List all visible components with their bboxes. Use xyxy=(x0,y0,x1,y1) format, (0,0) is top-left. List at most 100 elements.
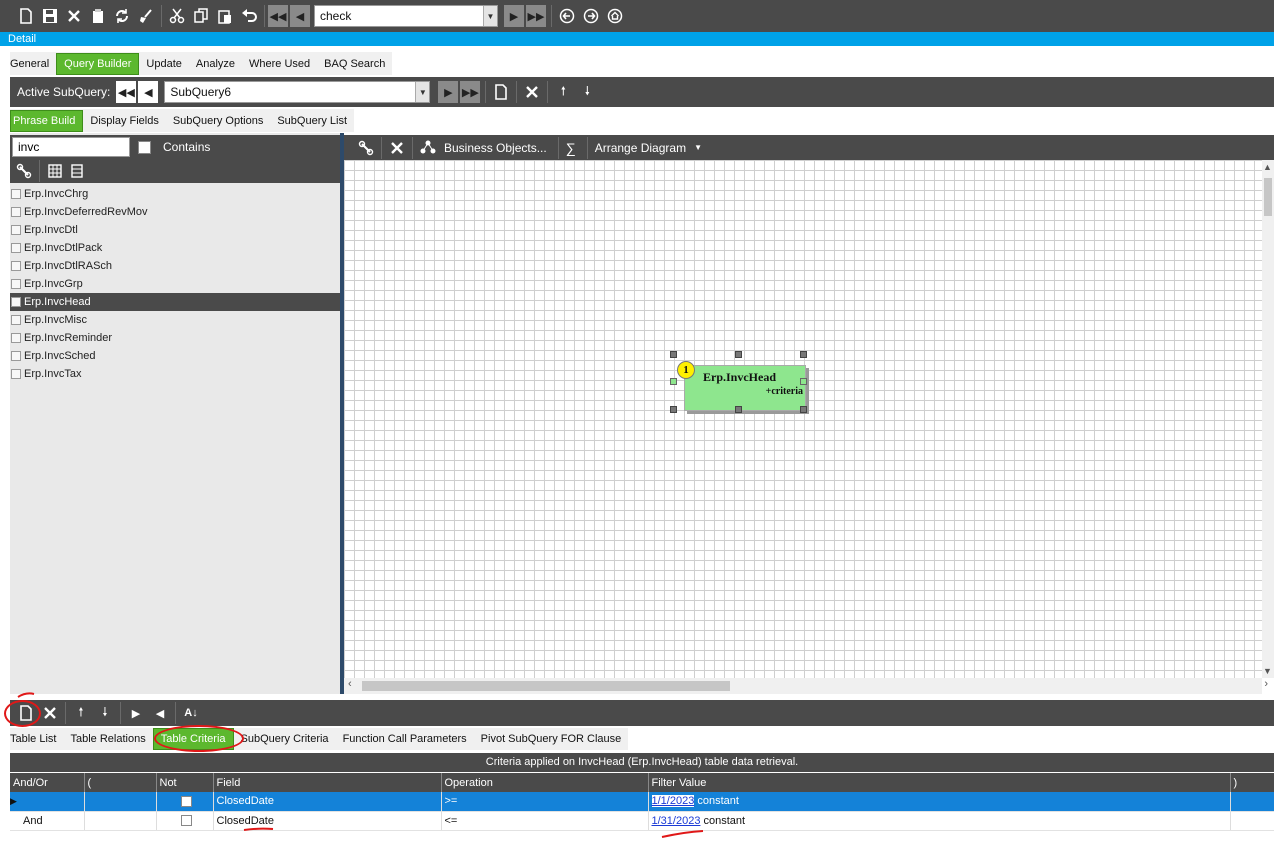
tab-query-builder[interactable]: Query Builder xyxy=(56,52,140,75)
indent-left-icon[interactable]: ◀ xyxy=(148,701,172,725)
column-header-not[interactable]: Not xyxy=(156,773,214,792)
grid-icon[interactable] xyxy=(43,159,67,183)
scroll-thumb[interactable] xyxy=(1264,178,1272,216)
and-or-cell[interactable]: And xyxy=(10,811,85,831)
active-subquery-combo[interactable]: SubQuery6 ▼ xyxy=(164,81,431,103)
table-list-item[interactable]: Erp.InvcHead xyxy=(10,293,340,311)
arrow-down-icon[interactable]: 🠗 xyxy=(575,80,599,104)
table-list-item[interactable]: Erp.InvcChrg xyxy=(10,185,340,203)
tab-table-list[interactable]: Table List xyxy=(10,728,63,750)
tab-table-criteria[interactable]: Table Criteria xyxy=(152,728,234,750)
save-icon[interactable] xyxy=(38,4,62,28)
column-header-open-paren[interactable]: ( xyxy=(84,773,157,792)
operation-cell[interactable]: >= xyxy=(441,792,649,812)
resize-handle[interactable] xyxy=(670,351,677,358)
clear-icon[interactable] xyxy=(86,4,110,28)
table-list-item[interactable]: Erp.InvcDeferredRevMov xyxy=(10,203,340,221)
broom-icon[interactable] xyxy=(134,4,158,28)
tab-pivot-subquery-for-clause[interactable]: Pivot SubQuery FOR Clause xyxy=(474,728,629,750)
not-cell[interactable] xyxy=(156,792,214,812)
tab-phrase-build[interactable]: Phrase Build xyxy=(10,109,84,132)
summary-sigma-button[interactable]: ∑ xyxy=(566,140,576,156)
filter-value-link[interactable]: 1/1/2023 xyxy=(651,795,695,808)
new-subquery-icon[interactable] xyxy=(489,80,513,104)
copy-icon[interactable] xyxy=(189,4,213,28)
scroll-left-icon[interactable]: ‹ xyxy=(348,678,352,690)
diagram-horizontal-scrollbar[interactable]: ‹ › xyxy=(344,678,1268,694)
resize-handle[interactable] xyxy=(670,378,677,385)
first-subquery-button[interactable]: ◀◀ xyxy=(116,81,137,103)
operation-cell[interactable]: <= xyxy=(441,811,649,831)
resize-handle[interactable] xyxy=(670,406,677,413)
sort-icon[interactable]: A↓ xyxy=(179,701,203,725)
record-search-combo[interactable]: check ▼ xyxy=(314,5,498,27)
filter-value-cell[interactable]: 1/1/2023 constant xyxy=(648,792,1231,812)
cut-icon[interactable] xyxy=(165,4,189,28)
table-list-item[interactable]: Erp.InvcDtlPack xyxy=(10,239,340,257)
diagram-table-node[interactable]: 1 Erp.InvcHead +criteria xyxy=(677,361,806,411)
resize-handle[interactable] xyxy=(735,406,742,413)
next-subquery-button[interactable]: ▶ xyxy=(438,81,459,103)
scroll-down-icon[interactable]: ▼ xyxy=(1263,666,1272,676)
open-paren-cell[interactable] xyxy=(84,792,157,812)
link-icon[interactable] xyxy=(12,159,36,183)
indent-right-icon[interactable]: ▶ xyxy=(124,701,148,725)
and-or-cell[interactable]: ▶ xyxy=(10,792,85,812)
business-objects-button[interactable]: Business Objects... xyxy=(444,141,547,155)
business-objects-icon[interactable] xyxy=(416,136,440,160)
next-record-button[interactable]: ▶ xyxy=(504,5,524,27)
tab-function-call-parameters[interactable]: Function Call Parameters xyxy=(336,728,474,750)
chevron-down-icon[interactable]: ▼ xyxy=(483,6,497,26)
delete-criteria-icon[interactable] xyxy=(38,701,62,725)
undo-icon[interactable] xyxy=(237,4,261,28)
tab-analyze[interactable]: Analyze xyxy=(189,53,242,75)
paste-icon[interactable] xyxy=(213,4,237,28)
close-paren-cell[interactable] xyxy=(1230,792,1274,812)
table-filter-input[interactable] xyxy=(12,137,130,157)
criteria-row[interactable]: And ClosedDate <= 1/31/2023 constant xyxy=(10,811,1274,831)
not-checkbox[interactable] xyxy=(180,795,192,807)
table-list-item[interactable]: Erp.InvcDtl xyxy=(10,221,340,239)
tab-update[interactable]: Update xyxy=(139,53,188,75)
forward-icon[interactable] xyxy=(579,4,603,28)
criteria-row[interactable]: ▶ ClosedDate >= 1/1/2023 constant xyxy=(10,792,1274,812)
close-paren-cell[interactable] xyxy=(1230,811,1274,831)
new-criteria-icon[interactable] xyxy=(14,701,38,725)
column-header-and-or[interactable]: And/Or xyxy=(10,773,85,792)
table-list-item[interactable]: Erp.InvcSched xyxy=(10,347,340,365)
last-subquery-button[interactable]: ▶▶ xyxy=(460,81,481,103)
open-paren-cell[interactable] xyxy=(84,811,157,831)
not-checkbox[interactable] xyxy=(180,815,192,827)
column-header-operation[interactable]: Operation xyxy=(441,773,649,792)
filter-value-cell[interactable]: 1/31/2023 constant xyxy=(648,811,1231,831)
table-list-item[interactable]: Erp.InvcMisc xyxy=(10,311,340,329)
resize-handle[interactable] xyxy=(800,406,807,413)
scroll-thumb[interactable] xyxy=(362,681,730,691)
resize-handle[interactable] xyxy=(800,378,807,385)
table-options-icon[interactable] xyxy=(67,159,91,183)
column-header-field[interactable]: Field xyxy=(213,773,442,792)
table-list-item[interactable]: Erp.InvcDtlRASch xyxy=(10,257,340,275)
tab-display-fields[interactable]: Display Fields xyxy=(83,110,165,132)
delete-subquery-icon[interactable] xyxy=(520,80,544,104)
chevron-down-icon[interactable]: ▼ xyxy=(415,82,430,102)
table-list-item[interactable]: Erp.InvcReminder xyxy=(10,329,340,347)
field-cell[interactable]: ClosedDate xyxy=(213,792,442,812)
delete-icon[interactable] xyxy=(62,4,86,28)
filter-value-link[interactable]: 1/31/2023 xyxy=(652,815,701,827)
not-cell[interactable] xyxy=(156,811,214,831)
resize-handle[interactable] xyxy=(735,351,742,358)
arrange-diagram-button[interactable]: Arrange Diagram xyxy=(595,141,686,155)
tab-table-relations[interactable]: Table Relations xyxy=(63,728,152,750)
scroll-up-icon[interactable]: ▲ xyxy=(1263,162,1272,172)
contains-checkbox[interactable] xyxy=(138,140,151,154)
record-search-value[interactable]: check xyxy=(315,9,483,23)
resize-handle[interactable] xyxy=(800,351,807,358)
previous-subquery-button[interactable]: ◀ xyxy=(138,81,159,103)
arrange-dropdown-icon[interactable]: ▼ xyxy=(694,143,702,152)
remove-table-icon[interactable] xyxy=(385,136,409,160)
arrow-down-icon[interactable]: 🠗 xyxy=(93,701,117,725)
tab-baq-search[interactable]: BAQ Search xyxy=(317,53,392,75)
column-header-close-paren[interactable]: ) xyxy=(1230,773,1274,792)
first-record-button[interactable]: ◀◀ xyxy=(268,5,288,27)
